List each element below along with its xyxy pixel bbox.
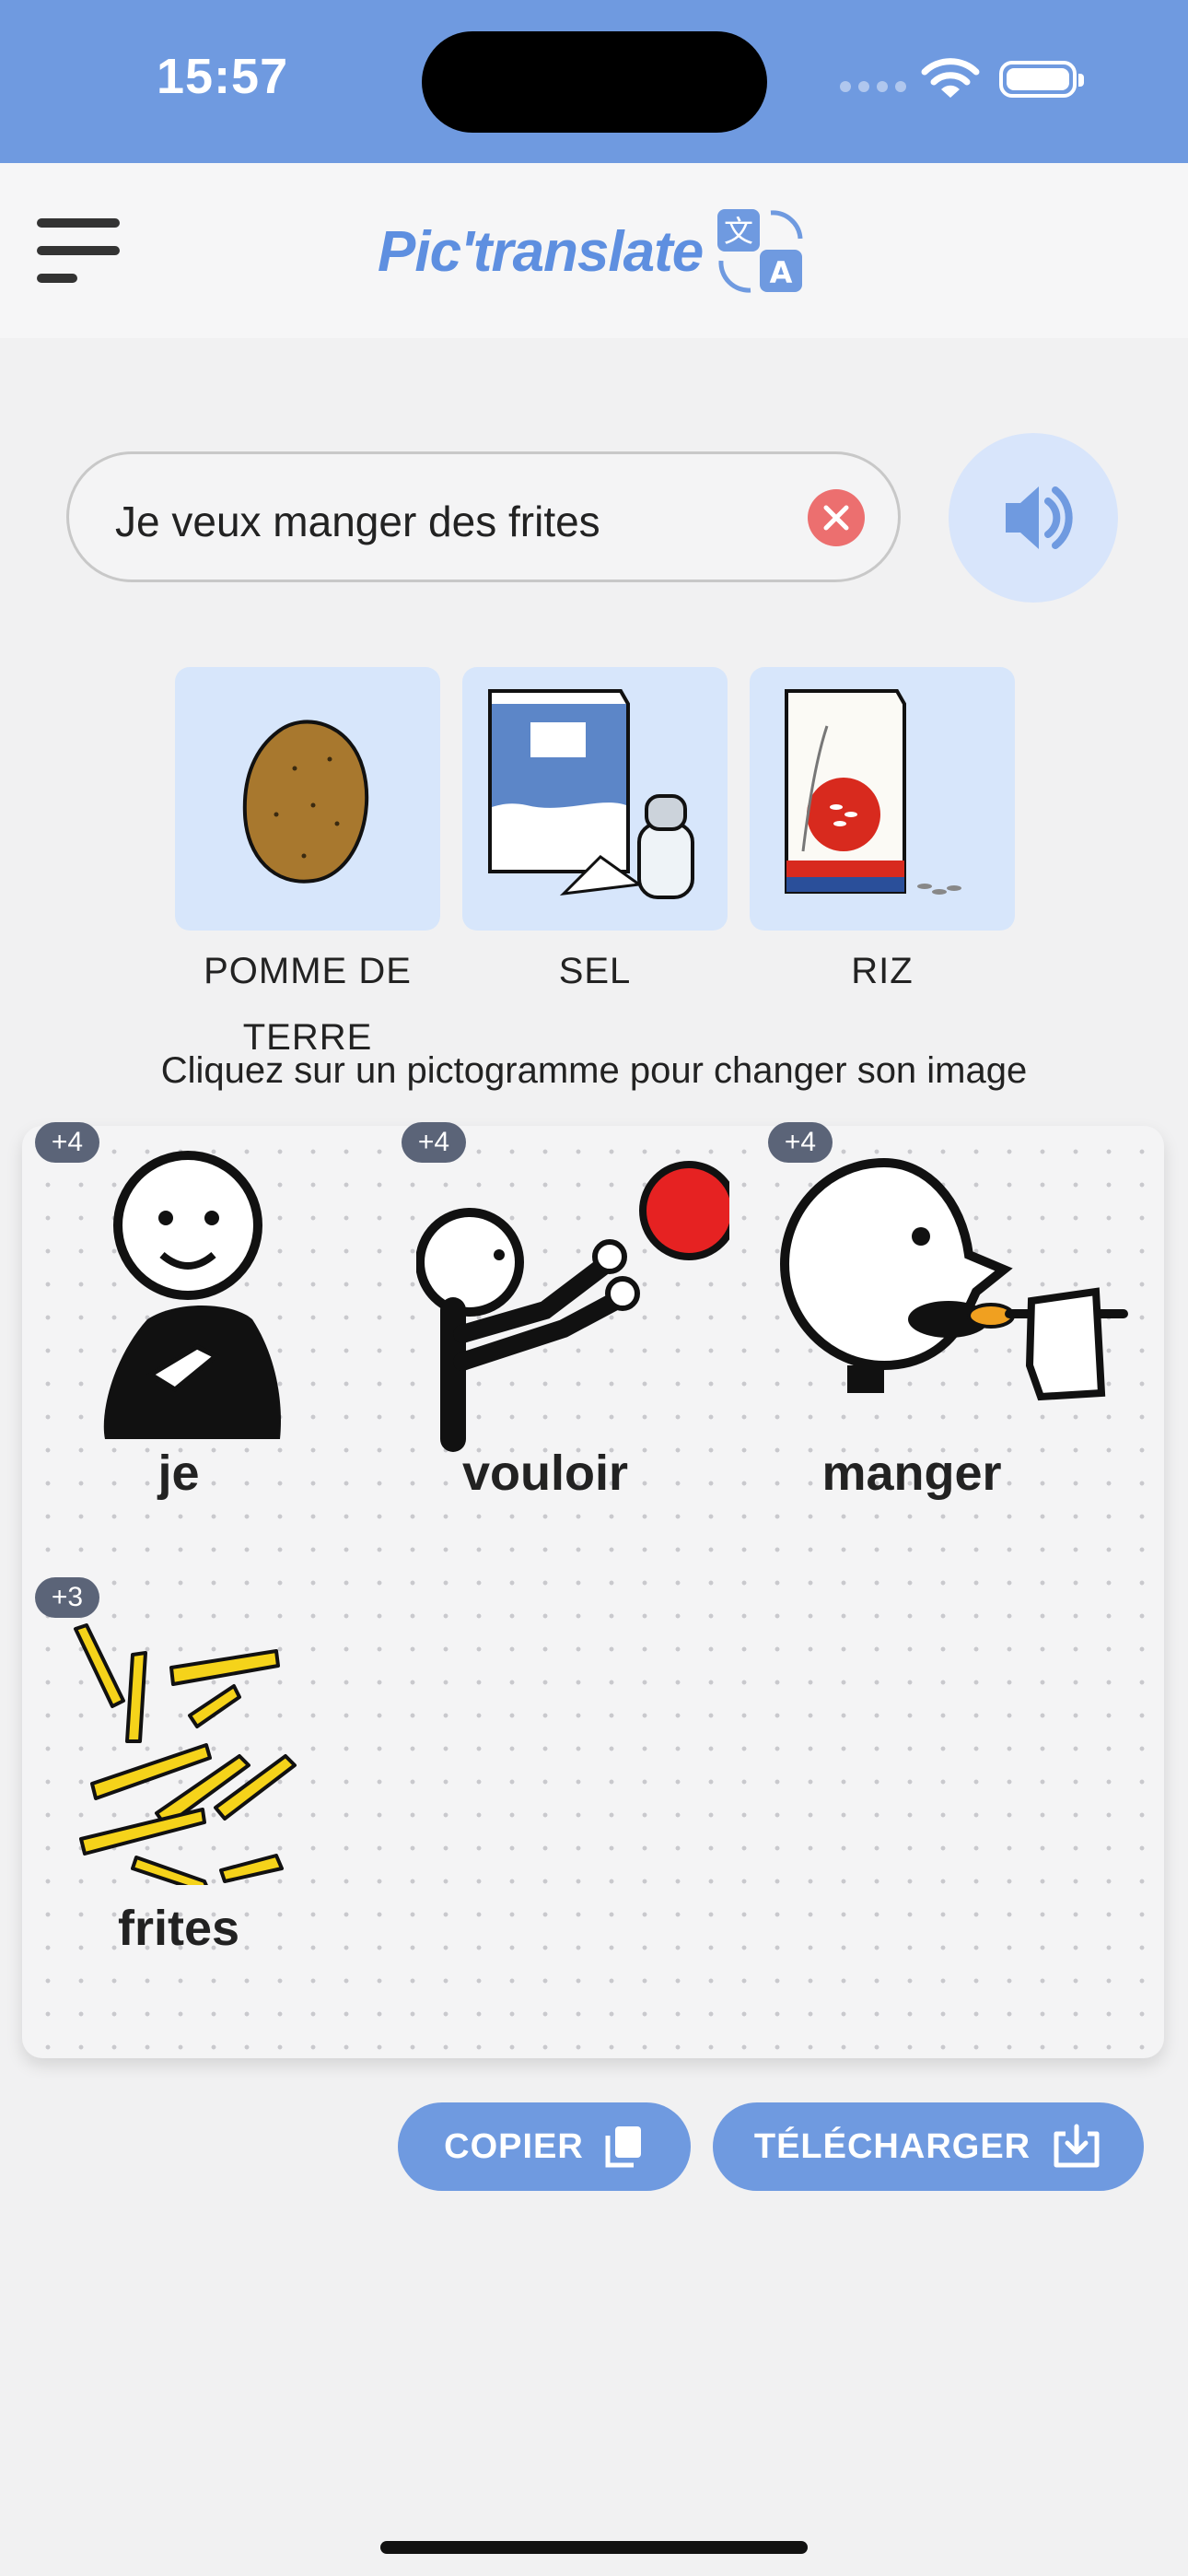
hint-text: Cliquez sur un pictogramme pour changer … bbox=[160, 1050, 1028, 1091]
svg-text:文: 文 bbox=[724, 214, 753, 249]
speak-button[interactable] bbox=[949, 433, 1118, 603]
cellular-signal-icon bbox=[840, 81, 906, 92]
translate-icon: 文 A bbox=[717, 209, 803, 293]
clear-button[interactable] bbox=[808, 489, 865, 546]
menu-icon[interactable] bbox=[37, 218, 120, 285]
pictogram-word: je bbox=[157, 1446, 200, 1501]
search-input[interactable]: Je veux manger des frites bbox=[66, 451, 901, 582]
pictogram-word: frites bbox=[117, 1901, 240, 1956]
eating-icon bbox=[779, 1157, 1128, 1401]
pictogram-cell-manger[interactable]: +4 manger bbox=[755, 1122, 1128, 1531]
suggestion-card[interactable] bbox=[175, 667, 440, 931]
salt-icon bbox=[488, 689, 694, 899]
download-button[interactable]: TÉLÉCHARGER bbox=[713, 2102, 1144, 2191]
pictogram-board: +4 je +4 vouloir +4 manger +3 frites bbox=[22, 1122, 1164, 2058]
person-pointing-self-icon bbox=[103, 1151, 281, 1439]
svg-text:A: A bbox=[770, 255, 793, 290]
copy-button[interactable]: COPIER bbox=[398, 2102, 691, 2191]
rice-icon bbox=[785, 689, 961, 895]
download-icon bbox=[1054, 2124, 1100, 2168]
status-bar: 15:57 bbox=[0, 0, 1188, 163]
app-logo: Pic'translate 文 A bbox=[378, 207, 808, 296]
fries-icon bbox=[74, 1623, 297, 1885]
home-indicator[interactable] bbox=[380, 2541, 808, 2554]
variants-badge[interactable]: +3 bbox=[35, 1577, 99, 1618]
copy-label: COPIER bbox=[444, 2126, 584, 2166]
close-icon bbox=[823, 505, 849, 531]
app-title: Pic'translate bbox=[378, 219, 704, 284]
pictogram-cell-frites[interactable]: +3 frites bbox=[22, 1577, 335, 1986]
search-text: Je veux manger des frites bbox=[115, 498, 600, 545]
download-label: TÉLÉCHARGER bbox=[753, 2126, 1031, 2166]
reach-ball-icon bbox=[416, 1161, 729, 1452]
suggestion-card[interactable] bbox=[462, 667, 728, 931]
speaker-icon bbox=[1006, 486, 1073, 549]
dynamic-island bbox=[422, 31, 767, 133]
suggestion-card[interactable] bbox=[750, 667, 1015, 931]
pictogram-word: vouloir bbox=[461, 1446, 628, 1501]
pictogram-word: manger bbox=[821, 1446, 1002, 1501]
pictogram-cell-je[interactable]: +4 je bbox=[22, 1122, 335, 1531]
suggestion-salt[interactable]: SEL bbox=[462, 667, 728, 1004]
suggestion-potato[interactable]: POMME DE TERRE bbox=[175, 667, 440, 1071]
pictogram-cell-vouloir[interactable]: +4 vouloir bbox=[389, 1122, 729, 1531]
suggestion-label: SEL bbox=[558, 951, 632, 991]
app-header: Pic'translate 文 A bbox=[0, 163, 1188, 338]
suggestion-label: RIZ bbox=[851, 951, 914, 991]
status-time: 15:57 bbox=[157, 49, 289, 104]
wifi-icon bbox=[921, 58, 980, 98]
battery-icon bbox=[999, 61, 1084, 98]
potato-icon bbox=[242, 720, 369, 884]
suggestion-rice[interactable]: RIZ bbox=[750, 667, 1015, 1004]
copy-icon bbox=[605, 2126, 641, 2168]
